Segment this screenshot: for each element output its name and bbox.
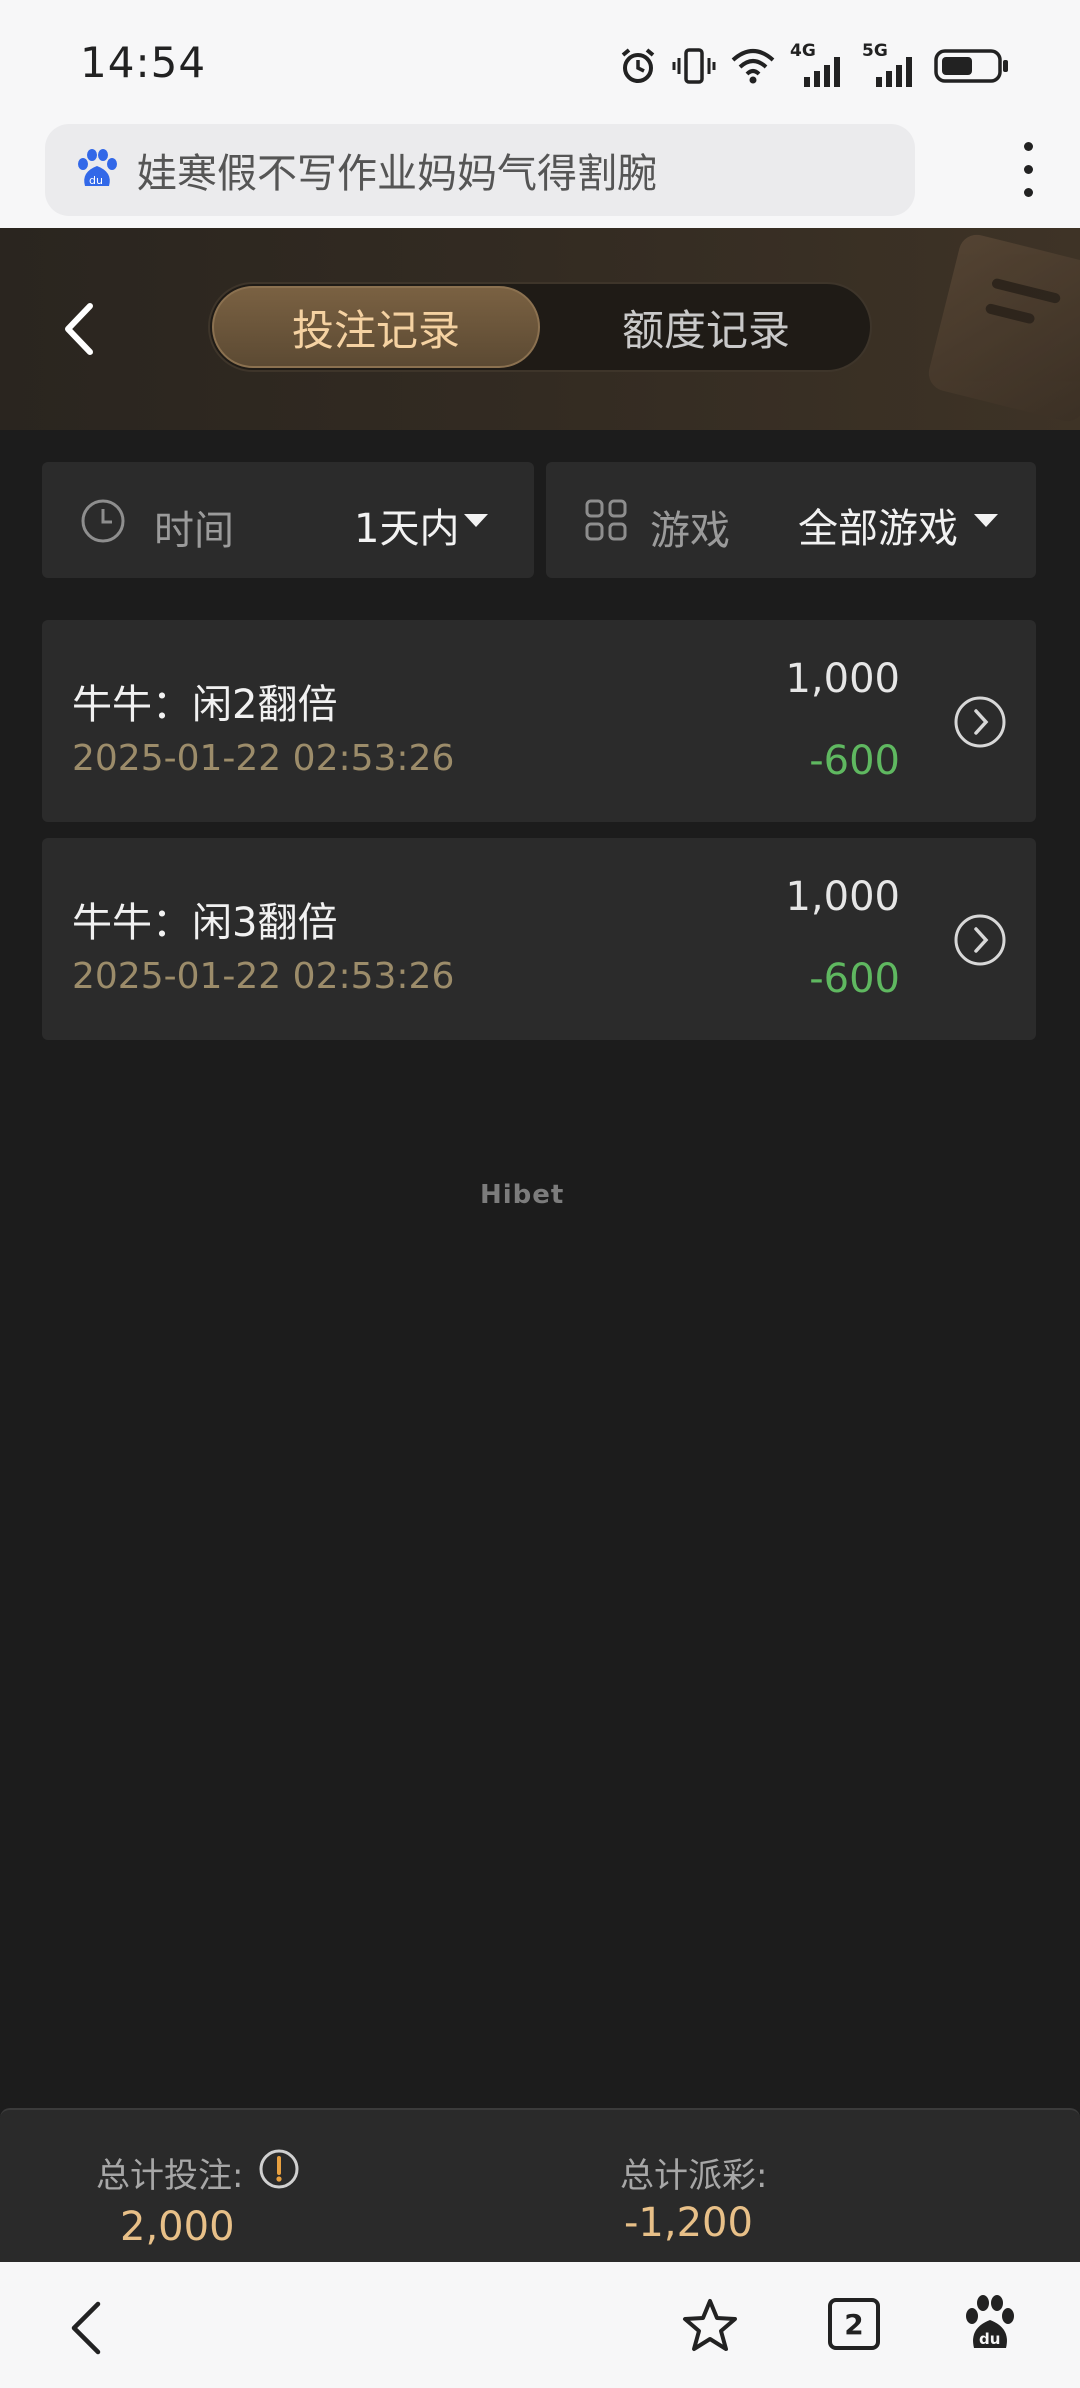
signal-5g-icon: 5G [862, 41, 920, 87]
record-title: 牛牛：闲3翻倍 [72, 900, 338, 946]
tab-bet-records[interactable]: 投注记录 [212, 286, 540, 368]
document-decoration-icon [925, 231, 1080, 425]
game-filter[interactable]: 游戏 全部游戏 [546, 462, 1036, 578]
grid-icon [585, 499, 627, 541]
page-header: 投注记录 额度记录 [0, 228, 1080, 430]
record-title: 牛牛：闲2翻倍 [72, 682, 338, 728]
time-filter-label: 时间 [154, 508, 234, 554]
svg-text:du: du [89, 174, 103, 187]
alarm-icon [621, 48, 655, 83]
wifi-icon [731, 49, 775, 84]
star-icon[interactable] [680, 2296, 740, 2356]
search-bar[interactable]: du 娃寒假不写作业妈妈气得割腕 [45, 124, 915, 216]
vibrate-icon [672, 48, 716, 84]
browser-bar: du 娃寒假不写作业妈妈气得割腕 [0, 118, 1080, 228]
tab-count: 2 [844, 2307, 864, 2341]
record-bet-amount: 1,000 [785, 874, 900, 920]
back-arrow-icon[interactable] [50, 296, 110, 362]
time-filter-value: 1天内 [354, 506, 460, 552]
browser-bottom-nav: 2 du [0, 2262, 1080, 2388]
record-payout: -600 [809, 738, 900, 784]
status-icons: 4G 5G [618, 40, 1010, 92]
more-menu-icon[interactable] [1016, 142, 1040, 202]
total-payout-label: 总计派彩: [620, 2156, 768, 2196]
record-bet-amount: 1,000 [785, 656, 900, 702]
game-filter-label: 游戏 [650, 508, 730, 554]
signal-4g-icon: 4G [790, 41, 848, 87]
status-bar: 14:54 4G 5G [0, 0, 1080, 118]
tab-credit-records[interactable]: 额度记录 [542, 286, 870, 368]
time-filter[interactable]: 时间 1天内 [42, 462, 534, 578]
game-filter-value: 全部游戏 [798, 506, 958, 552]
info-icon[interactable] [258, 2148, 300, 2190]
record-time: 2025-01-22 02:53:26 [72, 956, 455, 997]
clock-icon [81, 499, 125, 543]
baidu-paw-icon[interactable]: du [962, 2294, 1018, 2354]
chevron-down-icon [974, 514, 998, 527]
chevron-down-icon [464, 514, 488, 527]
back-icon[interactable] [66, 2300, 106, 2356]
summary-bar: 总计投注: 2,000 总计派彩: -1,200 [0, 2108, 1080, 2264]
record-row[interactable]: 牛牛：闲3翻倍 2025-01-22 02:53:26 1,000 -600 [42, 838, 1036, 1040]
chevron-right-circle-icon[interactable] [952, 694, 1008, 750]
total-bet-value: 2,000 [120, 2204, 235, 2250]
total-payout-value: -1,200 [624, 2200, 753, 2246]
search-query: 娃寒假不写作业妈妈气得割腕 [137, 151, 657, 197]
watermark: Hibet [480, 1180, 565, 1210]
record-row[interactable]: 牛牛：闲2翻倍 2025-01-22 02:53:26 1,000 -600 [42, 620, 1036, 822]
svg-text:du: du [979, 2330, 1000, 2348]
battery-icon [934, 49, 1008, 83]
tabs-icon[interactable]: 2 [828, 2298, 880, 2350]
record-time: 2025-01-22 02:53:26 [72, 738, 455, 779]
total-bet-label: 总计投注: [96, 2156, 244, 2196]
chevron-right-circle-icon[interactable] [952, 912, 1008, 968]
baidu-icon: du [78, 149, 117, 187]
record-payout: -600 [809, 956, 900, 1002]
status-time: 14:54 [80, 38, 207, 87]
record-tabs: 投注记录 额度记录 [208, 282, 872, 372]
